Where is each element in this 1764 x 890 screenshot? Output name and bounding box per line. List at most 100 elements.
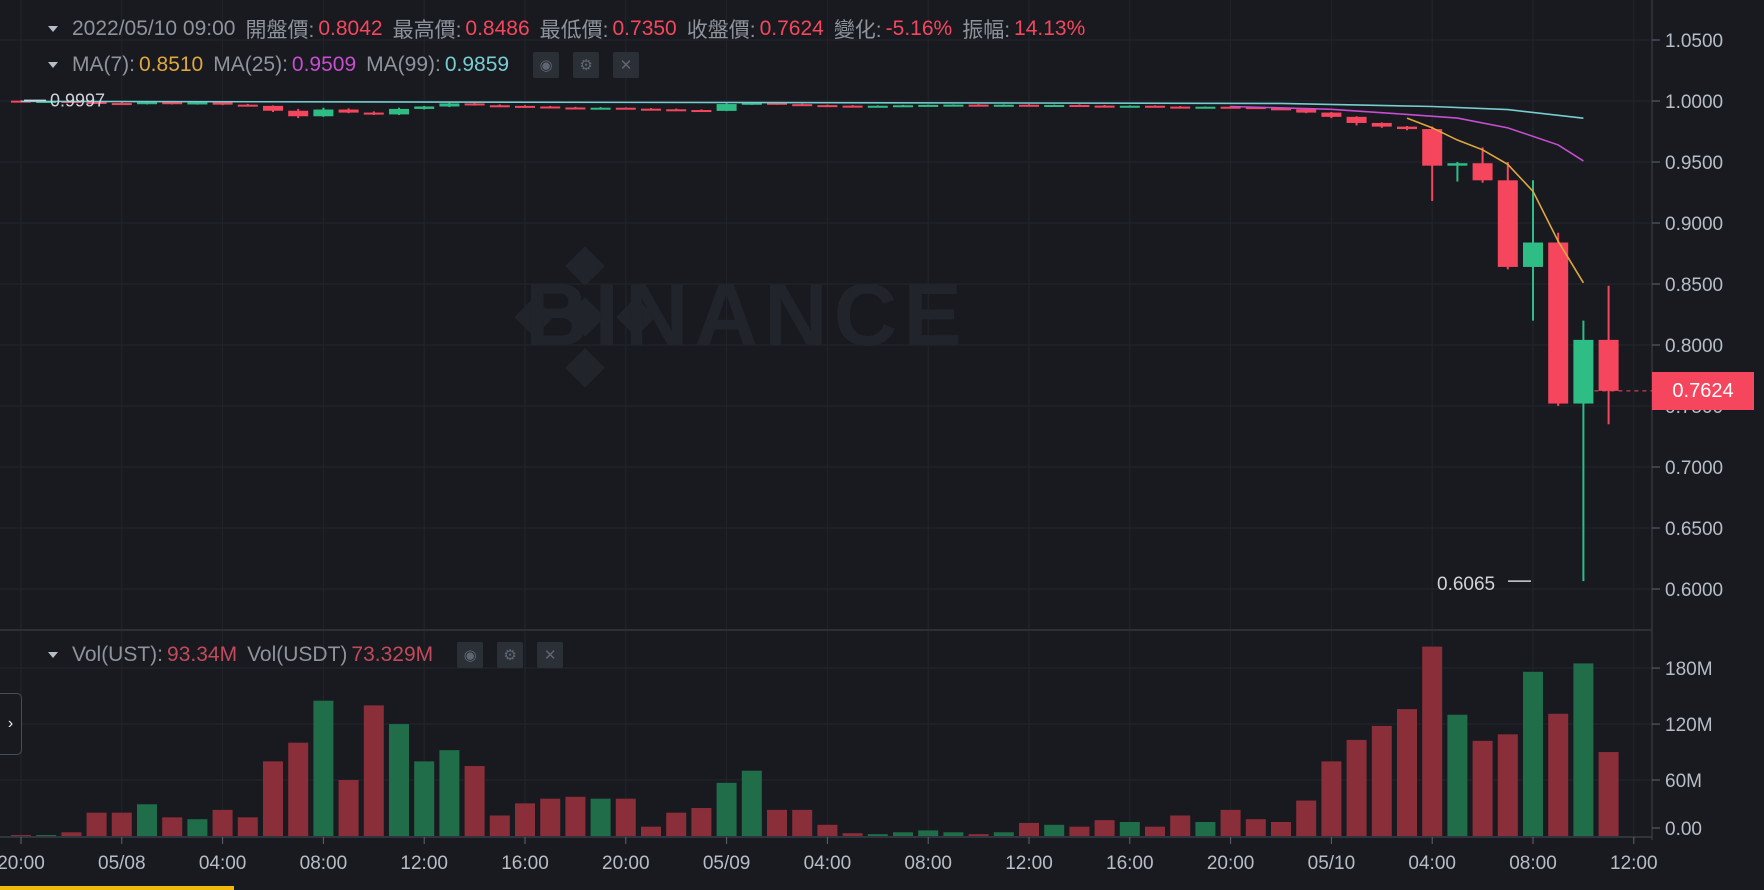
- candle-body: [1598, 339, 1619, 391]
- collapse-caret-icon[interactable]: [48, 652, 58, 658]
- volume-bar: [1094, 820, 1115, 836]
- candle-body: [943, 104, 964, 107]
- candle-body: [515, 105, 535, 108]
- volume-bar: [363, 705, 384, 836]
- low-label: 最低價:: [539, 19, 609, 42]
- volume-bar: [389, 724, 409, 836]
- close-icon[interactable]: ✕: [537, 642, 564, 668]
- volume-bar: [716, 782, 737, 836]
- time-tick-label: 12:00: [1005, 853, 1053, 874]
- time-tick-label: 05/09: [703, 853, 751, 874]
- ma99-value: 0.9859: [444, 53, 510, 76]
- candle-body: [338, 109, 359, 113]
- volume-tick-label: 120M: [1665, 715, 1713, 736]
- ohlc-info-row: 2022/05/10 09:00 開盤價: 0.8042 最高價: 0.8486…: [48, 14, 1095, 44]
- candle-body: [540, 106, 561, 109]
- candle-body: [1321, 112, 1342, 117]
- volume-bar: [565, 796, 586, 836]
- expand-panel-button[interactable]: ›: [0, 693, 22, 755]
- volume-bar: [36, 835, 57, 837]
- candle-body: [615, 107, 636, 110]
- eye-icon[interactable]: ◉: [457, 642, 484, 668]
- candle-body: [237, 104, 258, 107]
- vol-ust-value: 93.34M: [167, 643, 238, 666]
- gear-icon[interactable]: ⚙: [497, 642, 524, 668]
- open-value: 0.8042: [318, 17, 383, 40]
- volume-bar: [893, 832, 913, 836]
- candle-body: [716, 104, 737, 111]
- candle-body: [666, 109, 687, 112]
- close-label: 收盤價:: [686, 19, 756, 42]
- time-tick-label: 12:00: [400, 853, 448, 874]
- volume-bar: [1548, 713, 1569, 836]
- low-value: 0.7350: [612, 17, 677, 40]
- close-value: 0.7624: [759, 17, 824, 40]
- collapse-caret-icon[interactable]: [48, 26, 58, 32]
- collapse-caret-icon[interactable]: [48, 62, 58, 68]
- volume-bar: [1069, 826, 1090, 836]
- volume-bar: [489, 815, 510, 836]
- volume-bar: [1245, 819, 1266, 836]
- volume-bar: [817, 824, 838, 836]
- volume-bar: [1321, 761, 1342, 836]
- volume-bar: [1145, 826, 1165, 836]
- volume-bar: [111, 812, 132, 836]
- volume-bar: [212, 809, 233, 836]
- candle-body: [111, 103, 132, 106]
- candle-body: [1094, 105, 1115, 108]
- vol-ust-label: Vol(UST):: [72, 643, 164, 666]
- volume-bar: [1271, 822, 1291, 836]
- change-value: -5.16%: [885, 17, 953, 40]
- candle-body: [1422, 129, 1443, 166]
- price-tick-label: 0.9500: [1665, 153, 1723, 174]
- volume-bar: [1170, 815, 1191, 836]
- volume-bar: [11, 835, 31, 837]
- candle-body: [1548, 242, 1569, 404]
- volume-bar: [1371, 725, 1392, 836]
- eye-icon[interactable]: ◉: [533, 52, 560, 78]
- high-value: 0.8486: [465, 17, 530, 40]
- volume-bar: [86, 812, 107, 836]
- high-label: 最高價:: [392, 19, 462, 42]
- close-icon[interactable]: ✕: [613, 52, 640, 78]
- candle-body: [1170, 106, 1191, 109]
- volume-tick-label: 60M: [1665, 771, 1702, 792]
- high-price-marker: 0.9997: [50, 90, 105, 110]
- low-price-marker: 0.6065: [1437, 574, 1496, 595]
- candle-body: [641, 108, 661, 111]
- volume-bar: [1397, 709, 1417, 836]
- gear-icon[interactable]: ⚙: [573, 52, 600, 78]
- scroll-indicator[interactable]: [0, 886, 234, 890]
- ma7-label: MA(7):: [72, 53, 135, 76]
- volume-bar: [943, 832, 964, 836]
- candle-body: [1145, 105, 1165, 108]
- candle-body: [918, 104, 939, 107]
- candle-body: [162, 102, 183, 105]
- ma25-value: 0.9509: [291, 53, 357, 76]
- time-tick-label: 20:00: [1207, 853, 1255, 874]
- volume-bar: [968, 834, 989, 836]
- candle-body: [414, 106, 435, 109]
- volume-tick-label: 0.00: [1665, 819, 1702, 840]
- volume-bar: [1346, 739, 1367, 836]
- volume-bar: [615, 798, 636, 836]
- ma7-value: 0.8510: [139, 53, 204, 76]
- candle-body: [1447, 163, 1468, 166]
- time-tick-label: 08:00: [904, 853, 952, 874]
- candle-body: [1346, 116, 1367, 123]
- watermark-text: BINANCE: [525, 265, 968, 364]
- candle-date: 2022/05/10 09:00: [72, 17, 236, 40]
- volume-bar: [288, 742, 309, 836]
- candle-body: [439, 103, 460, 107]
- volume-bar: [237, 817, 258, 836]
- time-tick-label: 05/10: [1308, 853, 1356, 874]
- time-tick-label: 20:00: [602, 853, 650, 874]
- amplitude-value: 14.13%: [1014, 17, 1086, 40]
- volume-bar: [842, 833, 863, 836]
- volume-bar: [515, 803, 535, 836]
- candle-body: [792, 104, 813, 107]
- current-price-tag: 0.7624: [1652, 372, 1754, 410]
- price-tick-label: 1.0500: [1665, 31, 1723, 52]
- volume-info-row: Vol(UST): 93.34M Vol(USDT) 73.329M ◉ ⚙ ✕: [48, 640, 564, 670]
- price-tick-label: 0.8500: [1665, 275, 1723, 296]
